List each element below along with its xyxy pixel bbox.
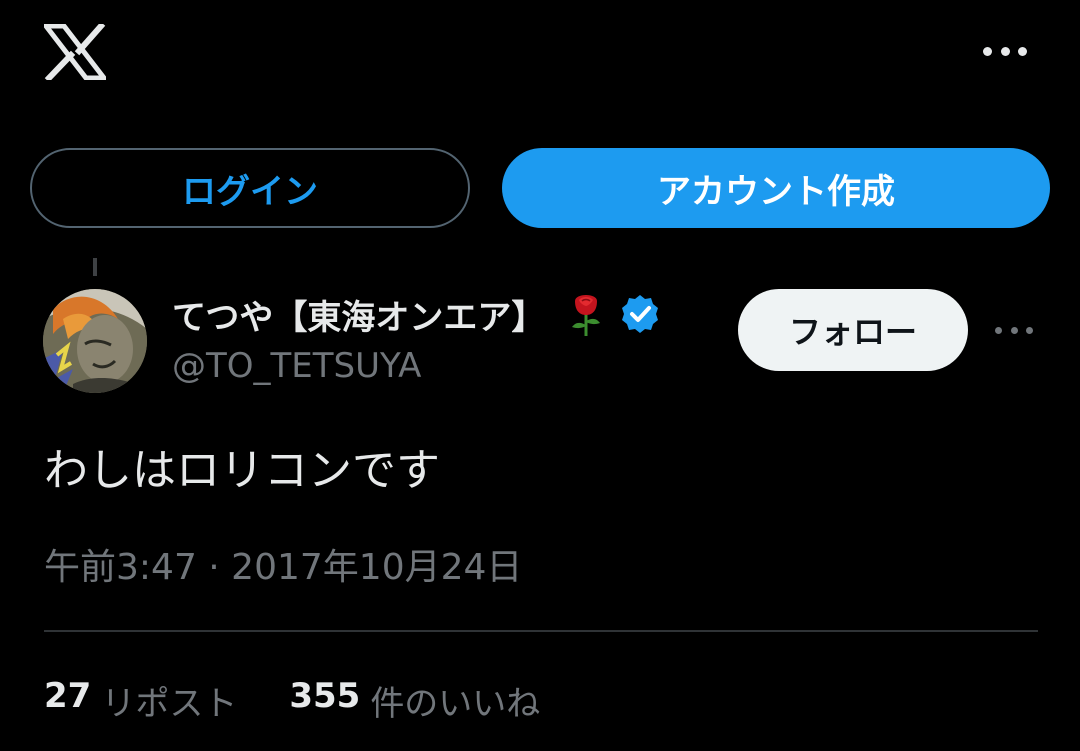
post-text: わしはロリコンです	[44, 445, 440, 496]
more-horizontal-icon[interactable]	[983, 40, 1027, 62]
follow-button-label: フォロー	[788, 313, 917, 351]
post-timestamp[interactable]: 午前3:47 · 2017年10月24日	[44, 538, 522, 590]
post-page: ログイン アカウント作成 てつや【東海オンエア】 @TO_TETSUYA フォロ…	[0, 0, 1080, 751]
divider	[44, 630, 1038, 632]
rose-icon	[567, 291, 605, 337]
post-stats: 27 リポスト 355 件のいいね	[44, 676, 540, 725]
likes-label: 件のいいね	[370, 684, 541, 724]
x-logo-icon[interactable]	[40, 21, 110, 83]
likes-count: 355	[289, 676, 361, 716]
login-button[interactable]: ログイン	[30, 148, 470, 228]
likes-stat[interactable]: 355 件のいいね	[289, 676, 540, 725]
follow-button[interactable]: フォロー	[738, 289, 968, 371]
author-display-name[interactable]: てつや【東海オンエア】	[172, 290, 545, 339]
reposts-count: 27	[44, 676, 92, 716]
login-button-label: ログイン	[182, 171, 318, 212]
author-name-row[interactable]: てつや【東海オンエア】	[172, 288, 661, 340]
reposts-stat[interactable]: 27 リポスト	[44, 676, 237, 725]
author-handle[interactable]: @TO_TETSUYA	[172, 346, 421, 386]
thread-connector	[93, 258, 97, 276]
post-more-icon[interactable]	[995, 325, 1033, 335]
create-account-button-label: アカウント作成	[657, 171, 895, 212]
avatar[interactable]	[43, 289, 147, 393]
reposts-label: リポスト	[101, 684, 238, 724]
verified-badge-icon	[619, 293, 661, 335]
create-account-button[interactable]: アカウント作成	[502, 148, 1050, 228]
